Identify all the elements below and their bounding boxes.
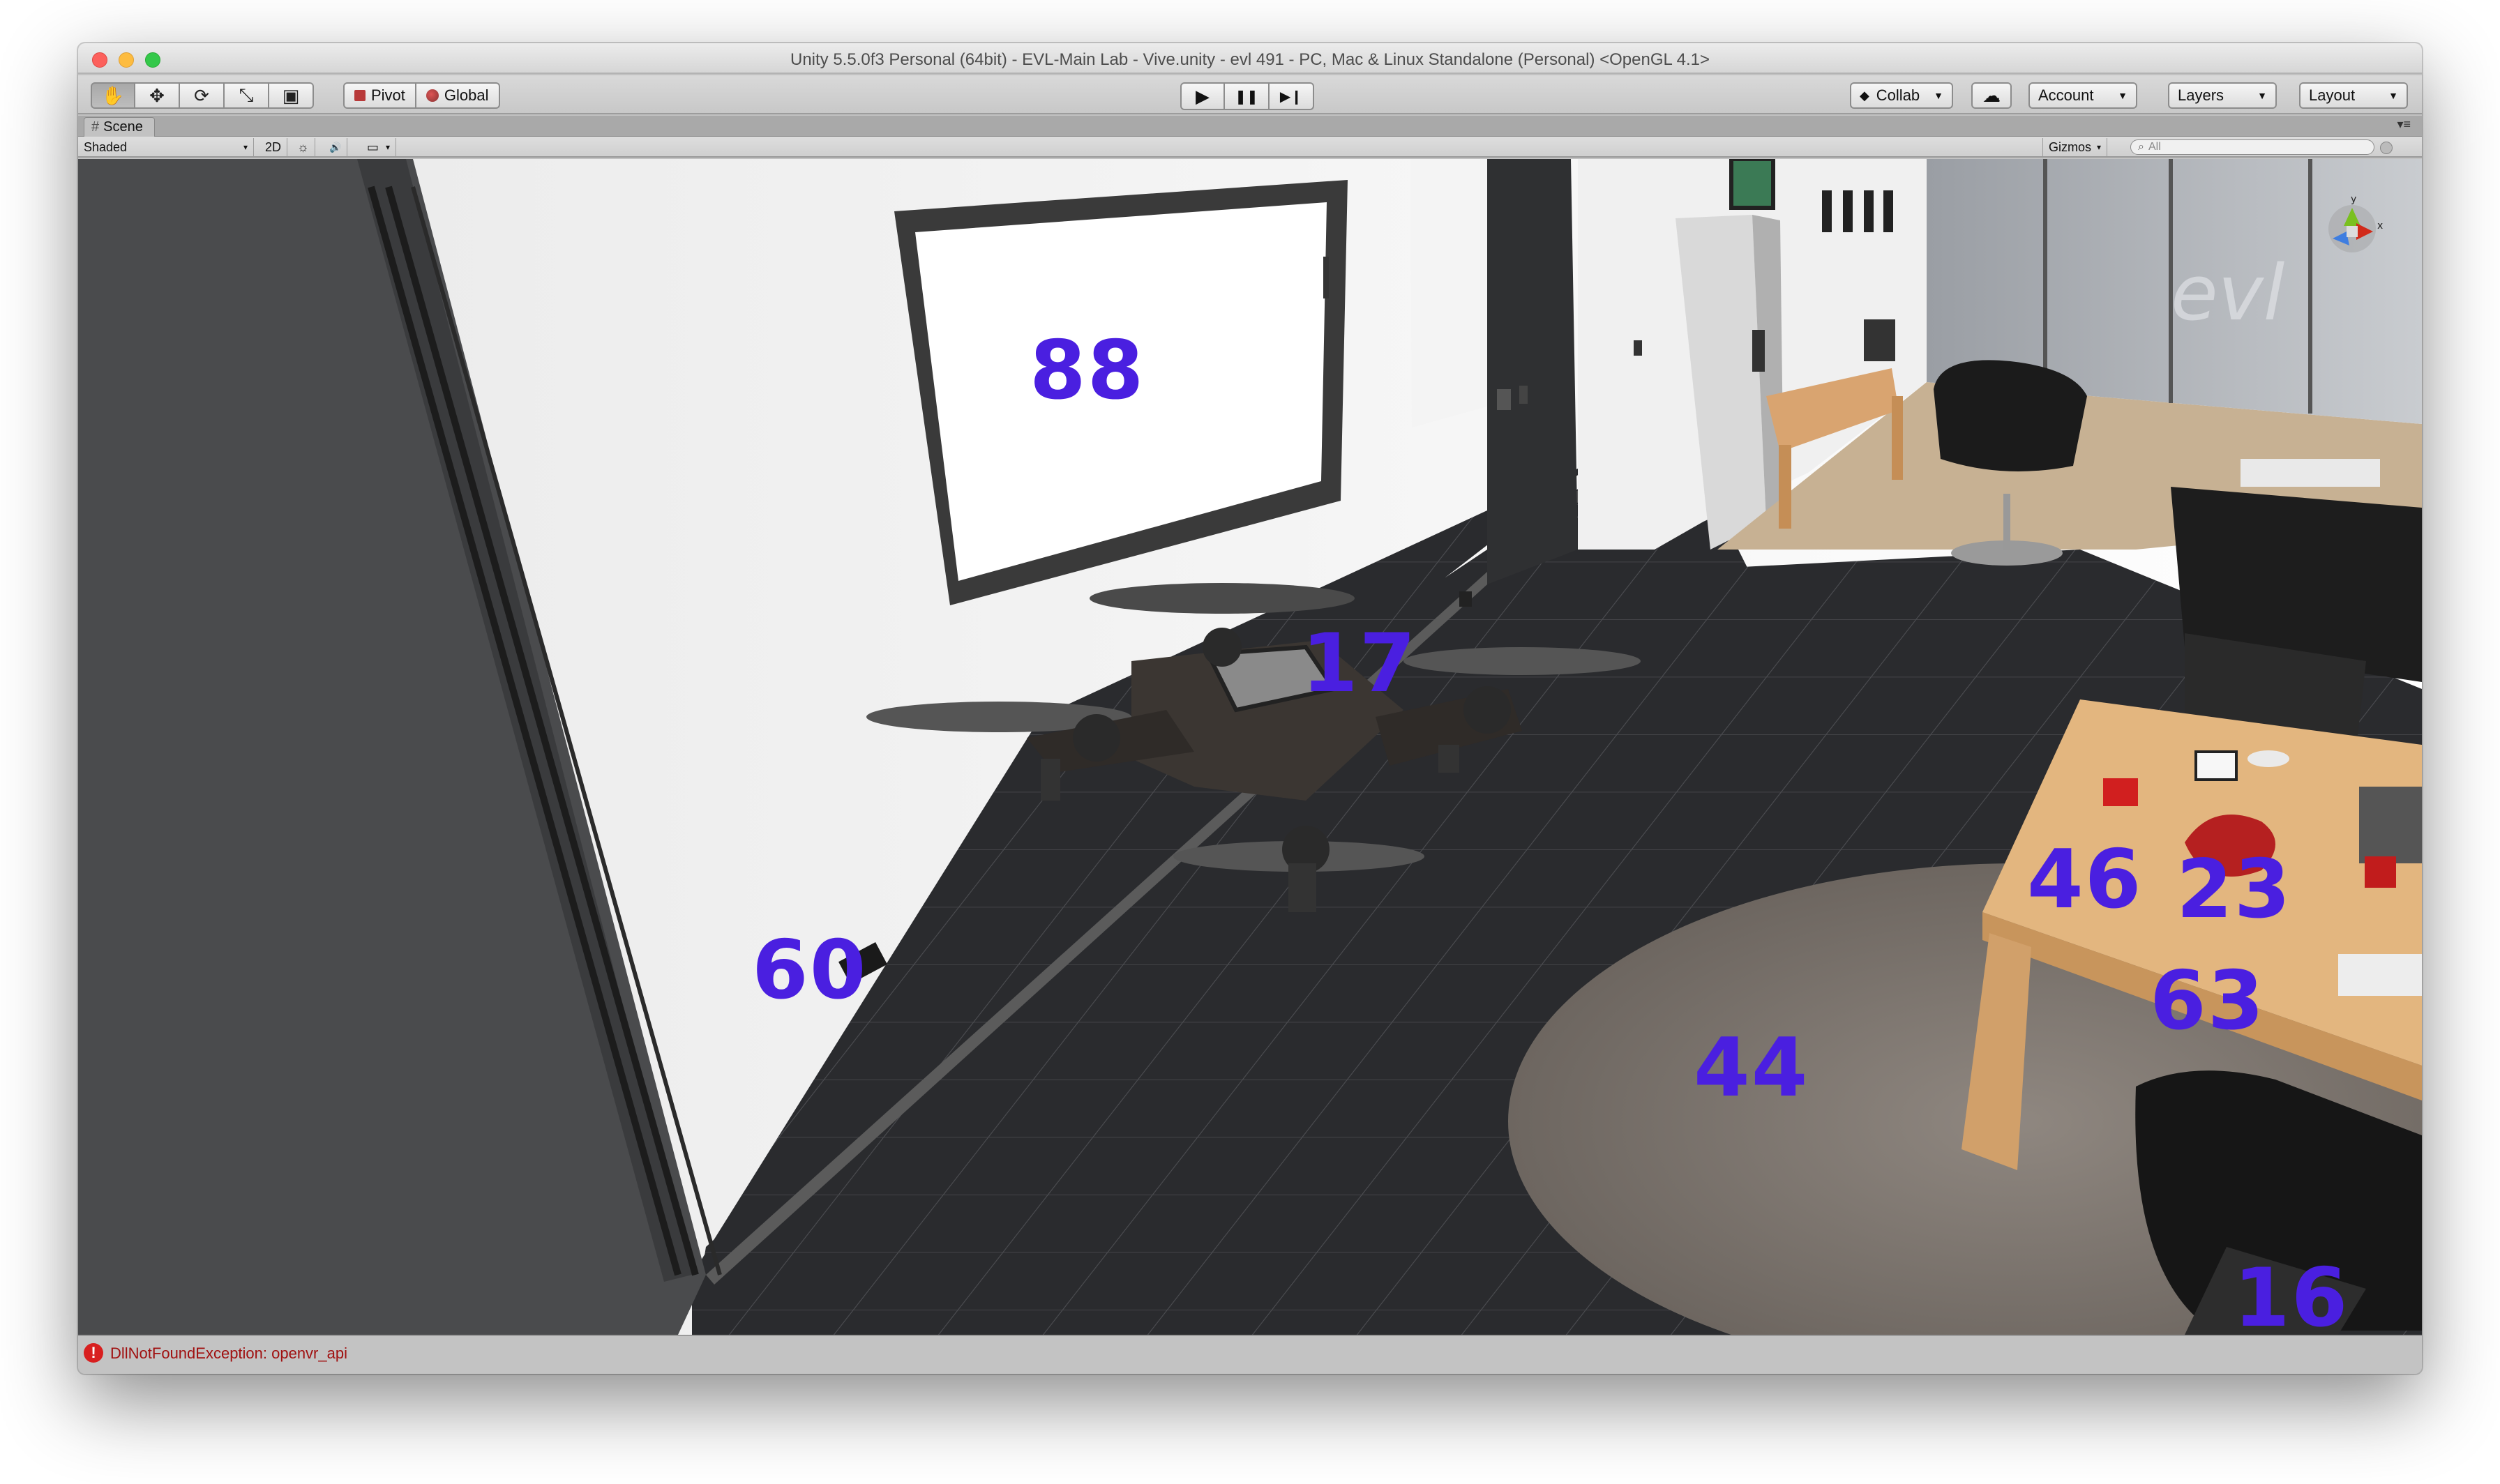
tab-menu-icon[interactable]: ▾≡ — [2397, 117, 2411, 132]
scene-tab-bar: # Scene ▾≡ — [78, 116, 2422, 137]
pivot-icon — [354, 90, 366, 101]
image-effects-icon: ▭ — [367, 139, 379, 154]
marker-16[interactable]: 16 — [2234, 1258, 2349, 1335]
pivot-global-toggle: Pivot Global — [343, 82, 500, 109]
transform-tools: ✋ ✥ ⟳ ⤡ ▣ — [91, 82, 314, 109]
main-toolbar: ✋ ✥ ⟳ ⤡ ▣ Pivot Global ▶ ❚❚ ▶❙ ◆ Collab … — [78, 75, 2422, 114]
rotate-icon: ⟳ — [194, 84, 209, 106]
tab-scene[interactable]: # Scene — [84, 117, 155, 137]
2d-toggle[interactable]: 2D — [259, 138, 288, 156]
title-bar: Unity 5.5.0f3 Personal (64bit) - EVL-Mai… — [78, 43, 2422, 74]
marker-44[interactable]: 44 — [1694, 1028, 1809, 1109]
marker-63[interactable]: 63 — [2150, 961, 2265, 1042]
svg-text:x: x — [2377, 220, 2383, 232]
layers-dropdown[interactable]: Layers ▼ — [2168, 82, 2277, 109]
wall-picture — [1729, 159, 1775, 210]
layout-dropdown[interactable]: Layout ▼ — [2299, 82, 2408, 109]
marker-23[interactable]: 23 — [2176, 849, 2291, 930]
marker-88[interactable]: 88 — [1030, 331, 1145, 411]
cloud-button[interactable]: ☁ — [1971, 82, 2012, 109]
sun-icon: ☼ — [297, 139, 309, 154]
layout-label: Layout — [2309, 86, 2356, 104]
search-icon: ⌕ — [2138, 141, 2144, 153]
chevron-down-icon: ▼ — [2257, 90, 2267, 101]
shading-mode-dropdown[interactable]: Shaded ▾ — [78, 138, 254, 156]
effects-dropdown[interactable]: ▭ ▾ — [361, 138, 397, 156]
search-clear-icon[interactable] — [2380, 142, 2393, 154]
collab-dropdown[interactable]: ◆ Collab ▼ — [1850, 82, 1953, 109]
collab-label: Collab — [1876, 86, 1920, 104]
rotate-tool-button[interactable]: ⟳ — [180, 82, 225, 109]
globe-icon — [426, 89, 439, 102]
hand-tool-button[interactable]: ✋ — [91, 82, 135, 109]
svg-text:evl: evl — [2171, 248, 2285, 338]
pivot-label: Pivot — [371, 86, 405, 104]
armchair — [1934, 360, 2087, 471]
cloud-icon: ☁ — [1982, 84, 2001, 106]
pause-icon: ❚❚ — [1235, 89, 1258, 105]
scene-search-input[interactable]: ⌕ All — [2130, 139, 2374, 155]
audio-toggle[interactable]: 🔊 — [324, 138, 348, 156]
chevron-down-icon: ▾ — [386, 142, 391, 152]
search-placeholder: All — [2148, 141, 2161, 153]
rect-tool-button[interactable]: ▣ — [269, 82, 314, 109]
status-message[interactable]: DllNotFoundException: openvr_api — [110, 1345, 347, 1363]
scale-icon: ⤡ — [239, 84, 254, 105]
pause-button[interactable]: ❚❚ — [1225, 82, 1270, 110]
scene-render: evl y x — [78, 159, 2422, 1335]
account-dropdown[interactable]: Account ▼ — [2028, 82, 2137, 109]
tab-scene-label: Scene — [103, 119, 143, 135]
gizmos-dropdown[interactable]: Gizmos ▾ — [2042, 138, 2108, 156]
unity-window: Unity 5.5.0f3 Personal (64bit) - EVL-Mai… — [78, 43, 2422, 1374]
play-icon: ▶ — [1196, 85, 1210, 107]
chevron-down-icon: ▼ — [1934, 90, 1943, 101]
rect-icon: ▣ — [282, 84, 300, 106]
hand-icon: ✋ — [101, 84, 125, 106]
error-icon: ! — [84, 1343, 103, 1363]
collab-icon: ◆ — [1860, 88, 1869, 103]
gizmos-label: Gizmos — [2049, 139, 2092, 154]
step-icon: ▶❙ — [1279, 89, 1303, 105]
marker-17[interactable]: 17 — [1302, 623, 1417, 704]
play-button[interactable]: ▶ — [1180, 82, 1225, 110]
svg-text:y: y — [2351, 194, 2356, 205]
scene-grid-icon: # — [91, 119, 100, 135]
chevron-down-icon: ▾ — [243, 142, 248, 152]
global-label: Global — [444, 86, 489, 104]
status-bar: ! DllNotFoundException: openvr_api — [78, 1335, 2422, 1374]
account-label: Account — [2038, 86, 2094, 104]
pivot-button[interactable]: Pivot — [343, 82, 416, 109]
step-button[interactable]: ▶❙ — [1270, 82, 1314, 110]
chevron-down-icon: ▾ — [2097, 142, 2102, 152]
scene-toolbar: Shaded ▾ 2D ☼ 🔊 ▭ ▾ Gizmos ▾ ⌕ All — [78, 137, 2422, 158]
marker-46[interactable]: 46 — [2027, 840, 2142, 921]
playback-controls: ▶ ❚❚ ▶❙ — [1180, 82, 1314, 110]
layers-label: Layers — [2178, 86, 2224, 104]
shading-mode-label: Shaded — [84, 139, 128, 154]
lighting-toggle[interactable]: ☼ — [292, 138, 315, 156]
2d-label: 2D — [265, 139, 282, 154]
move-tool-button[interactable]: ✥ — [135, 82, 180, 109]
scale-tool-button[interactable]: ⤡ — [225, 82, 269, 109]
chevron-down-icon: ▼ — [2388, 90, 2398, 101]
marker-60[interactable]: 60 — [752, 930, 867, 1011]
global-button[interactable]: Global — [416, 82, 500, 109]
move-icon: ✥ — [149, 84, 165, 106]
speaker-icon: 🔊 — [329, 141, 342, 153]
scene-viewport[interactable]: evl y x 88 17 60 46 23 63 44 16 — [78, 159, 2422, 1335]
window-title: Unity 5.5.0f3 Personal (64bit) - EVL-Mai… — [790, 50, 1710, 69]
chevron-down-icon: ▼ — [2118, 90, 2128, 101]
